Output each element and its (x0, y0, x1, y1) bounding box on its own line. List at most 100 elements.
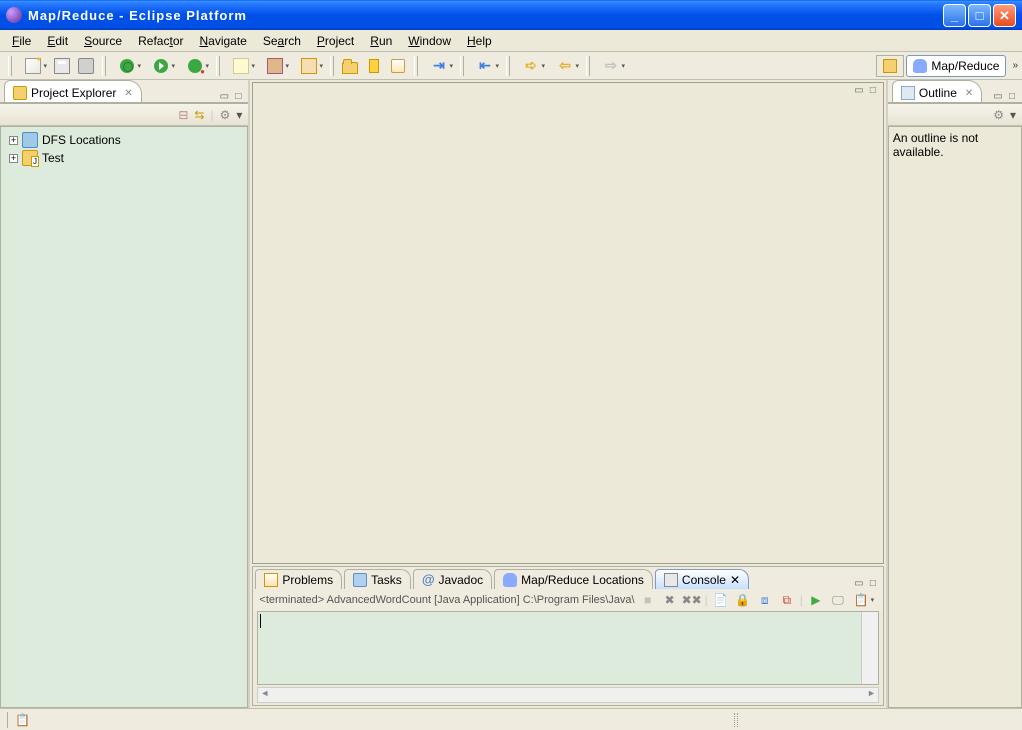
tab-label: Problems (282, 573, 333, 587)
minimize-view-button[interactable]: ▭ (217, 91, 229, 102)
tab-mapreduce-locations[interactable]: Map/Reduce Locations (494, 569, 653, 589)
perspective-switcher: Map/Reduce » (874, 55, 1018, 77)
new-console-button[interactable]: 📋▾ (851, 591, 877, 609)
filter-button[interactable]: ⚙ (220, 108, 231, 122)
debug-button[interactable] (111, 55, 143, 77)
project-explorer-body[interactable]: + DFS Locations + Test (0, 126, 248, 708)
collapse-all-button[interactable]: ⊟ (178, 108, 188, 122)
print-button[interactable] (75, 55, 97, 77)
pin-console-button[interactable]: ⧈ (756, 591, 774, 609)
outline-tab[interactable]: Outline ✕ (892, 80, 982, 102)
menu-project[interactable]: Project (309, 32, 362, 50)
menu-navigate[interactable]: Navigate (191, 32, 254, 50)
tasks-icon (353, 573, 367, 587)
expand-toggle[interactable]: + (9, 154, 18, 163)
close-icon[interactable]: ✕ (730, 573, 740, 587)
view-menu-button[interactable]: ▾ (236, 108, 242, 122)
outline-title: Outline (919, 86, 957, 100)
open-resource-button[interactable] (339, 55, 361, 77)
status-grip[interactable] (7, 712, 12, 728)
close-icon[interactable]: ✕ (965, 88, 973, 99)
minimize-view-button[interactable]: ▭ (852, 578, 864, 589)
toolbar-grip[interactable] (8, 56, 12, 76)
forward-disabled-button[interactable]: ⇨ (595, 55, 627, 77)
new-folder-button[interactable] (293, 55, 325, 77)
toolbar-grip[interactable] (216, 56, 220, 76)
show-console-button[interactable]: ⧉ (778, 591, 796, 609)
outline-filter-button[interactable]: ⚙ (993, 108, 1004, 122)
scroll-lock-button[interactable]: 🔒 (734, 591, 752, 609)
tab-javadoc[interactable]: @ Javadoc (413, 569, 492, 589)
perspective-label: Map/Reduce (931, 59, 999, 73)
open-perspective-button[interactable] (876, 55, 904, 77)
terminate-button[interactable]: ■ (639, 591, 657, 609)
toolbar-grip[interactable] (586, 56, 590, 76)
tree-item-dfs[interactable]: + DFS Locations (5, 131, 243, 149)
console-horizontal-scrollbar[interactable] (257, 687, 878, 703)
toolbar-grip[interactable] (330, 56, 334, 76)
clear-console-button[interactable]: 📄 (712, 591, 730, 609)
menu-refactor[interactable]: Refactor (130, 32, 191, 50)
task-button[interactable] (387, 55, 409, 77)
problems-icon (264, 573, 278, 587)
expand-toggle[interactable]: + (9, 136, 18, 145)
toolbar-grip[interactable] (506, 56, 510, 76)
perspective-mapreduce[interactable]: Map/Reduce (906, 55, 1006, 77)
bookmark-button[interactable] (363, 55, 385, 77)
lock-icon: 🔒 (735, 593, 750, 607)
minimize-view-button[interactable]: ▭ (991, 91, 1003, 102)
link-editor-button[interactable]: ⇆ (194, 108, 204, 122)
toolbar-grip[interactable] (414, 56, 418, 76)
open-icon: ▶ (811, 593, 820, 607)
save-button[interactable] (51, 55, 73, 77)
new-java-button[interactable] (225, 55, 257, 77)
new-button[interactable] (17, 55, 49, 77)
window-close-button[interactable]: ✕ (993, 4, 1016, 27)
maximize-view-button[interactable]: □ (232, 91, 244, 102)
run-external-button[interactable] (179, 55, 211, 77)
tree-item-test[interactable]: + Test (5, 149, 243, 167)
run-button[interactable] (145, 55, 177, 77)
stop-icon: ■ (644, 593, 651, 607)
tab-problems[interactable]: Problems (255, 569, 342, 589)
menu-help[interactable]: Help (459, 32, 500, 50)
editor-area[interactable]: ▭ □ (252, 82, 883, 564)
toolbar-grip[interactable] (102, 56, 106, 76)
maximize-view-button[interactable]: □ (1006, 91, 1018, 102)
new-package-button[interactable] (259, 55, 291, 77)
menu-edit[interactable]: Edit (39, 32, 76, 50)
remove-all-button[interactable]: ✖✖ (683, 591, 701, 609)
console-output[interactable] (257, 611, 878, 685)
toolbar-overflow[interactable]: » (1012, 60, 1018, 71)
menu-file[interactable]: File (4, 32, 39, 50)
display-console-button[interactable]: 🖵 (829, 591, 847, 609)
open-console-button[interactable]: ▶ (807, 591, 825, 609)
close-icon[interactable]: ✕ (124, 88, 132, 99)
toolbar-grip[interactable] (460, 56, 464, 76)
menu-window[interactable]: Window (400, 32, 459, 50)
tab-console[interactable]: Console ✕ (655, 569, 749, 589)
next-button[interactable]: ➪ (515, 55, 547, 77)
outline-body[interactable]: An outline is not available. (888, 126, 1022, 708)
new-folder-icon (301, 58, 317, 74)
nav-out-button[interactable]: ⇤ (469, 55, 501, 77)
maximize-view-button[interactable]: □ (867, 578, 879, 589)
run-ext-icon (188, 59, 202, 73)
menu-source[interactable]: Source (76, 32, 130, 50)
status-separator[interactable] (734, 713, 738, 727)
outline-menu-button[interactable]: ▾ (1010, 108, 1016, 122)
project-explorer-tab[interactable]: Project Explorer ✕ (4, 80, 142, 102)
maximize-editor-button[interactable]: □ (867, 85, 879, 96)
remove-launch-button[interactable]: ✖ (661, 591, 679, 609)
menu-run[interactable]: Run (362, 32, 400, 50)
window-minimize-button[interactable]: _ (943, 4, 966, 27)
middle-column: ▭ □ Problems Tasks @ Javadoc (250, 80, 885, 708)
nav-in-button[interactable]: ⇥ (423, 55, 455, 77)
minimize-editor-button[interactable]: ▭ (852, 85, 864, 96)
back-button[interactable]: ⇦ (549, 55, 581, 77)
nav-in-icon: ⇥ (433, 57, 445, 74)
tab-tasks[interactable]: Tasks (344, 569, 411, 589)
menu-search[interactable]: Search (255, 32, 309, 50)
outline-tabbar: Outline ✕ ▭ □ (888, 80, 1022, 104)
window-maximize-button[interactable]: □ (968, 4, 991, 27)
